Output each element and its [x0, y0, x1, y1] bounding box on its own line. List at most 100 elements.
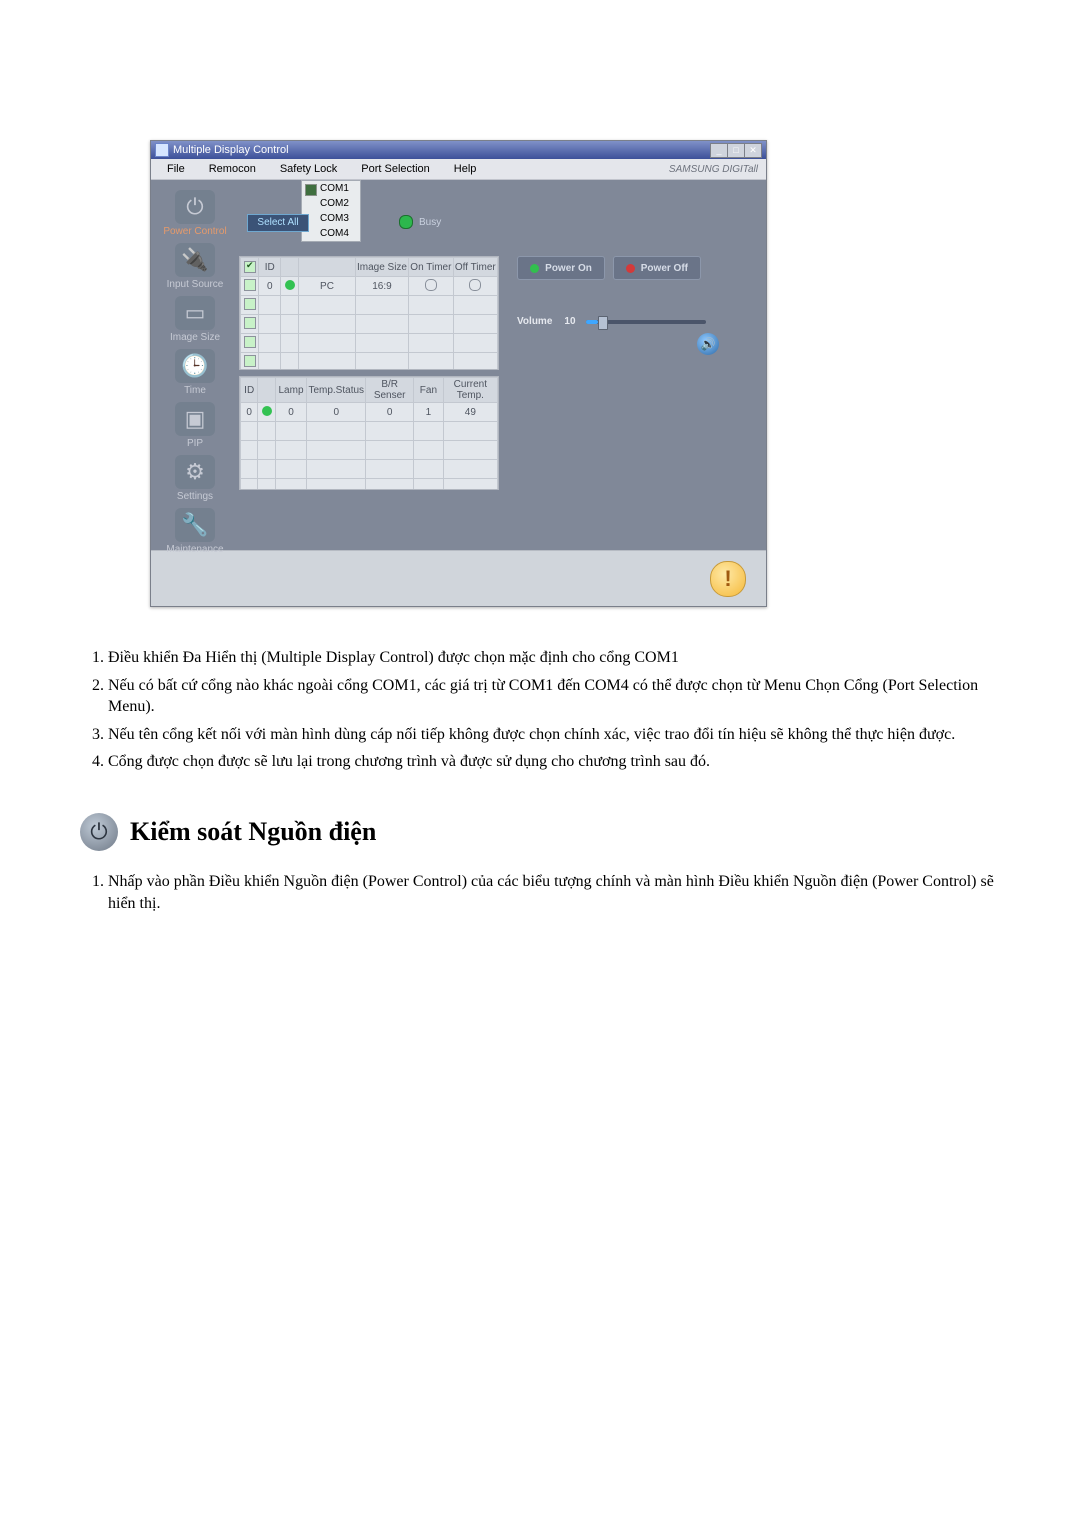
cell-ct: 49: [443, 403, 497, 422]
port-option-com2[interactable]: COM2: [302, 196, 360, 211]
select-all-button[interactable]: Select All: [247, 214, 309, 232]
sidebar: ⏻ Power Control 🔌 Input Source ▭ Image S…: [151, 180, 239, 550]
volume-thumb[interactable]: [598, 316, 608, 330]
section-title: Kiểm soát Nguồn điện: [130, 817, 376, 847]
col-lamp: Lamp: [275, 378, 307, 403]
sidebar-item-power-control[interactable]: ⏻ Power Control: [163, 190, 226, 237]
window-title: Multiple Display Control: [173, 144, 289, 156]
col-off-timer: Off Timer: [453, 258, 497, 277]
section-list: Nhấp vào phần Điều khiển Nguồn điện (Pow…: [80, 871, 1000, 914]
power-icon: ⏻: [80, 813, 118, 851]
sidebar-item-maintenance[interactable]: 🔧 Maintenance: [166, 508, 223, 555]
speaker-icon[interactable]: 🔊: [697, 333, 719, 355]
table-row[interactable]: [241, 441, 498, 460]
checkbox-icon[interactable]: [244, 261, 256, 273]
display-grid: ID Image Size On Timer Off Timer 0 PC: [239, 256, 499, 370]
volume-slider[interactable]: [586, 320, 706, 324]
menu-bar: File Remocon Safety Lock Port Selection …: [151, 159, 766, 180]
col-on-timer: On Timer: [409, 258, 453, 277]
cell-lamp: 0: [275, 403, 307, 422]
sidebar-item-label: Input Source: [167, 279, 224, 290]
busy-status: Busy: [399, 214, 441, 230]
cell-input: PC: [299, 277, 356, 296]
timer-off-icon: [469, 279, 481, 291]
busy-label: Busy: [419, 217, 441, 228]
status-grid: ID Lamp Temp.Status B/R Senser Fan Curre…: [239, 376, 499, 490]
table-row[interactable]: [241, 460, 498, 479]
port-selection-dropdown[interactable]: COM1 COM2 COM3 COM4: [301, 180, 361, 242]
status-dot-icon: [285, 280, 295, 290]
row-checkbox[interactable]: [244, 279, 256, 291]
menu-safety-lock[interactable]: Safety Lock: [268, 159, 349, 179]
col-status: [281, 258, 299, 277]
image-size-icon: ▭: [175, 296, 215, 330]
warning-icon[interactable]: !: [710, 561, 746, 597]
window-footer: !: [151, 550, 766, 606]
cell-id: 0: [241, 403, 258, 422]
busy-dot-icon: [399, 215, 413, 229]
table-header-row: ID Lamp Temp.Status B/R Senser Fan Curre…: [241, 378, 498, 403]
table-row[interactable]: [241, 315, 498, 334]
gear-icon: ⚙: [175, 455, 215, 489]
row-checkbox[interactable]: [244, 298, 256, 310]
sidebar-item-label: Time: [175, 385, 215, 396]
sidebar-item-pip[interactable]: ▣ PIP: [175, 402, 215, 449]
power-icon: ⏻: [175, 190, 215, 224]
close-button[interactable]: ✕: [744, 143, 762, 158]
status-dot-icon: [262, 406, 272, 416]
volume-control: Volume 10: [517, 316, 747, 327]
menu-file[interactable]: File: [155, 159, 197, 179]
brand-label: SAMSUNG DIGITall: [669, 164, 766, 175]
cell-br: 0: [366, 403, 414, 422]
wrench-icon: 🔧: [175, 508, 215, 542]
sidebar-item-time[interactable]: 🕒 Time: [175, 349, 215, 396]
table-row[interactable]: [241, 353, 498, 371]
table-row[interactable]: 0 0 0 0 1 49: [241, 403, 498, 422]
col-id: ID: [259, 258, 281, 277]
col-check: [241, 258, 259, 277]
row-checkbox[interactable]: [244, 336, 256, 348]
menu-port-selection[interactable]: Port Selection: [349, 159, 441, 179]
menu-remocon[interactable]: Remocon: [197, 159, 268, 179]
title-bar: Multiple Display Control _ □ ✕: [151, 141, 766, 159]
maximize-button[interactable]: □: [727, 143, 745, 158]
volume-value: 10: [564, 316, 575, 327]
list-item: Điều khiển Đa Hiển thị (Multiple Display…: [108, 647, 1000, 669]
power-off-dot-icon: [626, 264, 635, 273]
cell-fan: 1: [414, 403, 444, 422]
input-source-icon: 🔌: [175, 243, 215, 277]
port-option-com3[interactable]: COM3: [302, 211, 360, 226]
table-row[interactable]: 0 PC 16:9: [241, 277, 498, 296]
power-on-button[interactable]: Power On: [517, 256, 605, 280]
sidebar-item-settings[interactable]: ⚙ Settings: [175, 455, 215, 502]
port-option-com4[interactable]: COM4: [302, 226, 360, 241]
menu-help[interactable]: Help: [442, 159, 489, 179]
sidebar-item-label: Settings: [175, 491, 215, 502]
power-off-button[interactable]: Power Off: [613, 256, 701, 280]
row-checkbox[interactable]: [244, 355, 256, 367]
sidebar-item-label: Power Control: [163, 226, 226, 237]
row-checkbox[interactable]: [244, 317, 256, 329]
table-row[interactable]: [241, 422, 498, 441]
table-row[interactable]: [241, 334, 498, 353]
sidebar-item-image-size[interactable]: ▭ Image Size: [170, 296, 220, 343]
col-fan: Fan: [414, 378, 444, 403]
col-id: ID: [241, 378, 258, 403]
cell-image-size: 16:9: [355, 277, 408, 296]
port-option-com1[interactable]: COM1: [302, 181, 360, 196]
sidebar-item-input-source[interactable]: 🔌 Input Source: [167, 243, 224, 290]
list-item: Nếu tên cổng kết nối với màn hình dùng c…: [108, 724, 1000, 746]
volume-fill: [586, 320, 598, 324]
section-header: ⏻ Kiểm soát Nguồn điện: [80, 813, 1000, 851]
table-header-row: ID Image Size On Timer Off Timer: [241, 258, 498, 277]
pip-icon: ▣: [175, 402, 215, 436]
doc-list: Điều khiển Đa Hiển thị (Multiple Display…: [80, 647, 1000, 773]
table-row[interactable]: [241, 296, 498, 315]
table-row[interactable]: [241, 479, 498, 491]
list-item: Nếu có bất cứ cổng nào khác ngoài cổng C…: [108, 675, 1000, 718]
minimize-button[interactable]: _: [710, 143, 728, 158]
power-on-dot-icon: [530, 264, 539, 273]
app-icon: [155, 143, 169, 157]
sidebar-item-label: Maintenance: [166, 544, 223, 555]
clock-icon: 🕒: [175, 349, 215, 383]
